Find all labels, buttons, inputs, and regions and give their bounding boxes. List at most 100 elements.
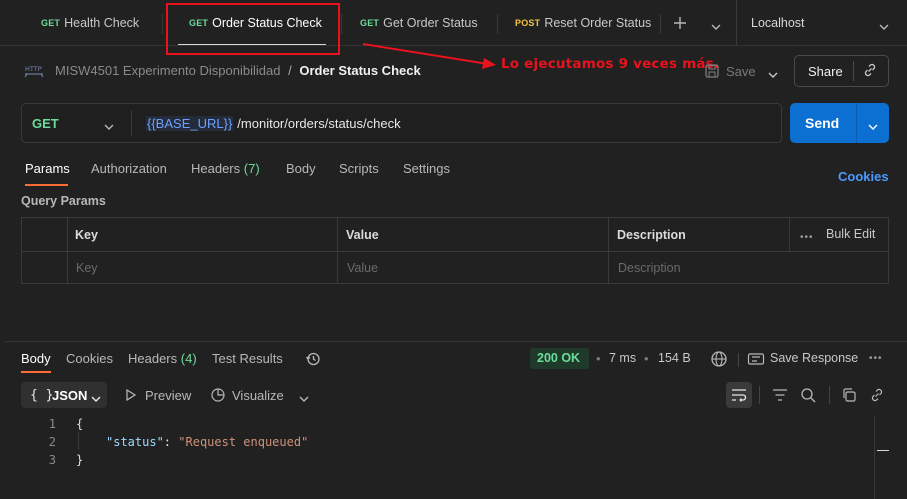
tab-divider bbox=[497, 14, 498, 34]
tab-params[interactable]: Params bbox=[25, 161, 70, 176]
tab-label: Health Check bbox=[64, 16, 140, 30]
url-input[interactable]: {{BASE_URL}}/monitor/orders/status/check bbox=[146, 116, 401, 131]
url-path: /monitor/orders/status/check bbox=[237, 116, 401, 131]
save-button[interactable]: Save bbox=[726, 64, 756, 79]
share-divider bbox=[853, 61, 854, 81]
response-body-active-indicator bbox=[21, 371, 51, 373]
response-size[interactable]: 154 B bbox=[658, 351, 691, 365]
query-params-title: Query Params bbox=[21, 194, 106, 208]
response-tab-body[interactable]: Body bbox=[21, 351, 51, 366]
http-badge-text: HTTP bbox=[25, 65, 42, 73]
tab-scripts[interactable]: Scripts bbox=[339, 161, 379, 176]
format-chevron-icon bbox=[90, 391, 102, 402]
tab-label: Get Order Status bbox=[383, 16, 478, 30]
preview-play-icon bbox=[125, 388, 137, 402]
line-number: 2 bbox=[48, 435, 56, 449]
table-col-divider bbox=[608, 218, 609, 283]
tab-body[interactable]: Body bbox=[286, 161, 316, 176]
breadcrumb-collection[interactable]: MISW4501 Experimento Disponibilidad bbox=[55, 63, 280, 78]
column-header-value: Value bbox=[346, 228, 379, 242]
bulk-edit-button[interactable]: Bulk Edit bbox=[826, 227, 875, 241]
value-input[interactable]: Value bbox=[347, 261, 378, 275]
tab-label: Reset Order Status bbox=[544, 16, 652, 30]
cookies-link[interactable]: Cookies bbox=[838, 169, 889, 184]
environment-chevron-down-icon[interactable] bbox=[878, 19, 890, 30]
tab-reset-order-status[interactable]: POST Reset Order Status bbox=[515, 0, 651, 46]
response-tab-test-results[interactable]: Test Results bbox=[212, 351, 283, 366]
wrap-lines-icon bbox=[732, 389, 747, 402]
key-input[interactable]: Key bbox=[76, 261, 98, 275]
tab-settings[interactable]: Settings bbox=[403, 161, 450, 176]
response-headers-count: (4) bbox=[180, 351, 197, 366]
tab-method: GET bbox=[360, 18, 380, 28]
url-variable: {{BASE_URL}} bbox=[146, 116, 234, 131]
env-divider bbox=[736, 0, 737, 46]
editor-scrollbar-track[interactable] bbox=[874, 416, 875, 499]
send-divider bbox=[856, 103, 857, 143]
environment-selector[interactable]: Localhost bbox=[751, 0, 805, 46]
save-icon[interactable] bbox=[704, 63, 720, 79]
tab-method: GET bbox=[41, 18, 61, 28]
save-response-icon[interactable] bbox=[747, 351, 765, 367]
response-headers-label: Headers bbox=[128, 351, 178, 366]
tab-divider bbox=[660, 14, 661, 34]
visualize-button[interactable]: Visualize bbox=[232, 388, 284, 403]
toolbar-divider bbox=[738, 353, 739, 367]
tab-divider bbox=[341, 14, 342, 34]
visualize-chevron-icon[interactable] bbox=[298, 391, 310, 402]
annotation-highlight-box bbox=[166, 3, 340, 55]
description-input[interactable]: Description bbox=[618, 261, 681, 275]
response-tab-headers[interactable]: Headers (4) bbox=[128, 351, 197, 366]
dot-separator: • bbox=[596, 351, 601, 366]
response-more-icon[interactable]: ••• bbox=[869, 353, 883, 364]
copy-link-icon[interactable] bbox=[862, 62, 878, 78]
tabs-chevron-down-icon[interactable] bbox=[710, 19, 722, 30]
visualize-icon bbox=[210, 386, 228, 404]
code-line-status[interactable]: "status": "Request enqueued" bbox=[106, 435, 308, 449]
format-label: JSON bbox=[52, 388, 88, 403]
share-button[interactable]: Share bbox=[808, 64, 843, 79]
json-value: "Request enqueued" bbox=[178, 435, 309, 449]
search-icon[interactable] bbox=[800, 387, 816, 403]
save-options-chevron-icon[interactable] bbox=[767, 67, 779, 78]
send-options-chevron-icon[interactable] bbox=[867, 119, 879, 130]
filter-icon[interactable] bbox=[772, 388, 788, 402]
send-button[interactable]: Send bbox=[805, 115, 839, 131]
tab-method: POST bbox=[515, 18, 541, 28]
json-key: "status" bbox=[106, 435, 164, 449]
json-colon: : bbox=[163, 435, 172, 449]
code-open-brace: { bbox=[76, 417, 84, 431]
toolbar-divider bbox=[829, 386, 830, 404]
more-options-icon[interactable]: ••• bbox=[800, 232, 814, 243]
copy-icon[interactable] bbox=[841, 387, 857, 403]
annotation-text: Lo ejecutamos 9 veces más. bbox=[501, 56, 720, 72]
wrap-lines-button[interactable] bbox=[726, 382, 752, 408]
breadcrumb: MISW4501 Experimento Disponibilidad / Or… bbox=[55, 63, 421, 78]
status-badge[interactable]: 200 OK bbox=[537, 351, 580, 365]
params-active-indicator bbox=[25, 184, 68, 186]
globe-icon[interactable] bbox=[710, 350, 728, 368]
toolbar-divider bbox=[759, 386, 760, 404]
breadcrumb-separator: / bbox=[288, 63, 292, 78]
table-row-divider bbox=[22, 251, 888, 252]
response-tab-cookies[interactable]: Cookies bbox=[66, 351, 113, 366]
tab-health-check[interactable]: GET Health Check bbox=[41, 0, 139, 46]
scroll-position-marker bbox=[877, 450, 889, 451]
response-time[interactable]: 7 ms bbox=[609, 351, 636, 365]
history-icon[interactable] bbox=[305, 351, 321, 367]
column-header-key: Key bbox=[75, 228, 98, 242]
tab-headers-label: Headers bbox=[191, 161, 241, 176]
breadcrumb-request-name[interactable]: Order Status Check bbox=[299, 63, 420, 78]
query-params-table bbox=[21, 217, 889, 284]
tab-headers[interactable]: Headers (7) bbox=[191, 161, 260, 176]
preview-button[interactable]: Preview bbox=[145, 388, 191, 403]
response-link-icon[interactable] bbox=[869, 387, 885, 403]
save-response-button[interactable]: Save Response bbox=[770, 351, 858, 365]
tab-authorization[interactable]: Authorization bbox=[91, 161, 167, 176]
table-col-divider bbox=[67, 218, 68, 283]
method-chevron-down-icon[interactable] bbox=[103, 119, 115, 130]
method-selector[interactable]: GET bbox=[32, 116, 59, 131]
environment-label: Localhost bbox=[751, 16, 805, 30]
line-number: 3 bbox=[48, 453, 56, 467]
new-tab-plus-icon[interactable] bbox=[672, 15, 688, 31]
